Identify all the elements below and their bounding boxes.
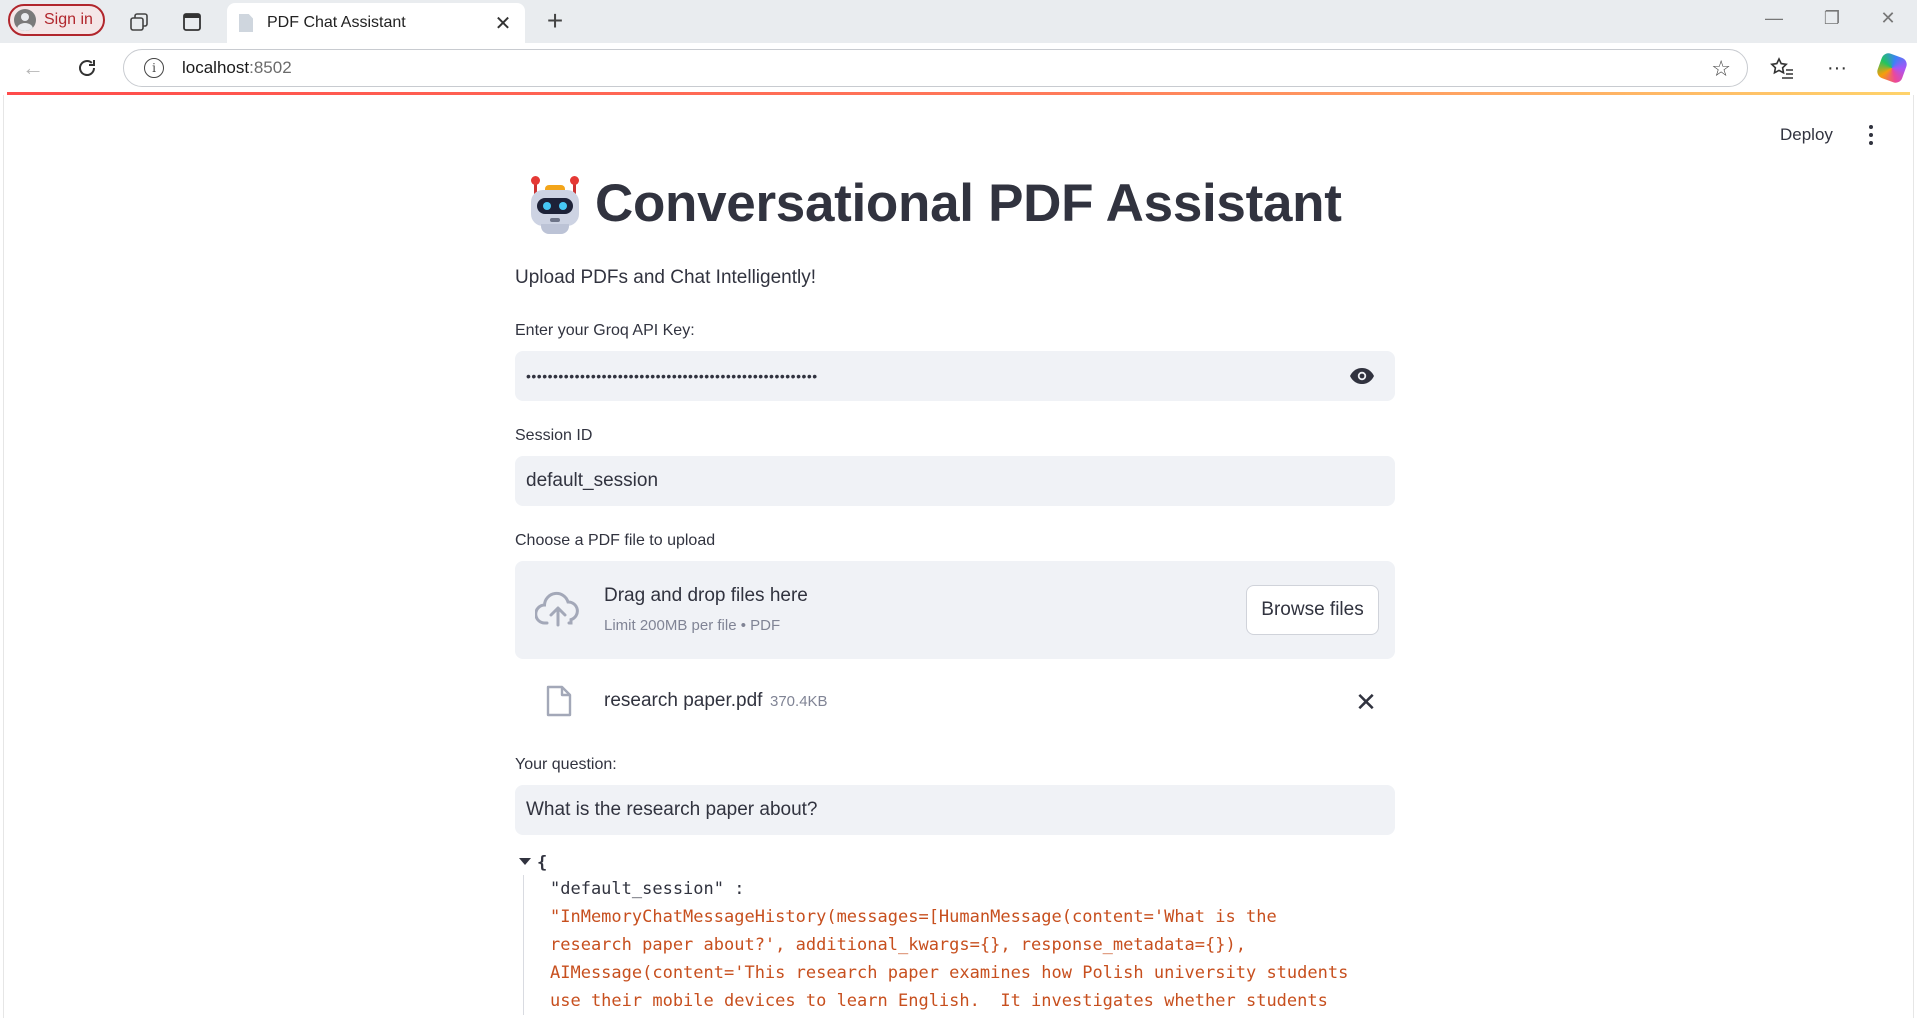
- remove-file-icon[interactable]: ✕: [1353, 687, 1379, 718]
- drag-drop-text: Drag and drop files here: [604, 585, 808, 606]
- session-id-label: Session ID: [515, 427, 593, 444]
- deploy-button[interactable]: Deploy: [1780, 125, 1833, 145]
- profile-icon: [14, 9, 36, 31]
- json-open-brace: {: [537, 853, 548, 873]
- page-subtitle: Upload PDFs and Chat Intelligently!: [515, 267, 816, 288]
- json-key: "default_session" :: [550, 879, 745, 899]
- question-label: Your question:: [515, 756, 617, 773]
- question-input[interactable]: What is the research paper about?: [515, 785, 1395, 835]
- session-id-input[interactable]: default_session: [515, 456, 1395, 506]
- reload-icon[interactable]: [72, 53, 102, 83]
- site-info-icon[interactable]: i: [144, 58, 164, 78]
- url-bar[interactable]: i localhost:8502 ☆: [123, 49, 1748, 87]
- json-value-line: AIMessage(content='This research paper e…: [550, 963, 1349, 983]
- json-value-line: use their mobile devices to learn Englis…: [550, 991, 1328, 1011]
- close-window-icon[interactable]: ✕: [1873, 8, 1903, 29]
- favorites-list-icon[interactable]: [1766, 53, 1798, 83]
- session-id-value: default_session: [526, 470, 659, 491]
- file-dropzone[interactable]: Drag and drop files here Limit 200MB per…: [515, 561, 1395, 659]
- show-password-icon[interactable]: [1349, 364, 1375, 388]
- workspaces-icon[interactable]: [125, 8, 153, 36]
- json-value-line: research paper about?', additional_kwarg…: [550, 935, 1246, 955]
- copilot-icon[interactable]: [1875, 51, 1909, 85]
- url-host: localhost: [182, 58, 250, 77]
- robot-icon: [527, 176, 583, 236]
- minimize-icon[interactable]: —: [1759, 8, 1789, 29]
- json-body: "default_session" : "InMemoryChatMessage…: [523, 875, 1383, 1015]
- vertical-tabs-icon[interactable]: [178, 8, 206, 36]
- close-tab-icon[interactable]: ✕: [491, 11, 515, 36]
- url-port: :8502: [249, 58, 292, 77]
- api-key-input[interactable]: ••••••••••••••••••••••••••••••••••••••••…: [515, 351, 1395, 401]
- file-icon: [546, 685, 572, 717]
- app-viewport: Deploy Conversational PDF Assistant Uplo…: [3, 95, 1914, 1018]
- sign-in-button[interactable]: Sign in: [8, 4, 105, 36]
- upload-limit-text: Limit 200MB per file • PDF: [604, 617, 781, 634]
- tab-title: PDF Chat Assistant: [267, 14, 406, 31]
- restore-icon[interactable]: ❐: [1817, 8, 1847, 29]
- uploaded-file-name: research paper.pdf: [604, 690, 763, 711]
- api-key-label: Enter your Groq API Key:: [515, 322, 695, 339]
- favorite-star-icon[interactable]: ☆: [1711, 56, 1731, 82]
- collapse-toggle-icon[interactable]: [519, 858, 531, 865]
- main-menu-icon[interactable]: [1861, 122, 1881, 148]
- file-upload-label: Choose a PDF file to upload: [515, 532, 716, 549]
- api-key-masked-value: ••••••••••••••••••••••••••••••••••••••••…: [526, 368, 818, 384]
- page-icon: [239, 14, 253, 32]
- back-arrow-icon[interactable]: ←: [18, 53, 48, 83]
- address-bar-row: ← i localhost:8502 ☆ ···: [0, 43, 1917, 92]
- cloud-upload-icon: [534, 591, 581, 627]
- more-options-icon[interactable]: ···: [1821, 53, 1853, 83]
- page-title: Conversational PDF Assistant: [595, 174, 1342, 233]
- json-value-line: "InMemoryChatMessageHistory(messages=[Hu…: [550, 907, 1277, 927]
- sign-in-label: Sign in: [44, 11, 93, 28]
- uploaded-file-size: 370.4KB: [770, 693, 828, 710]
- question-value: What is the research paper about?: [526, 799, 818, 820]
- browser-tab-active[interactable]: PDF Chat Assistant ✕: [227, 3, 525, 43]
- uploaded-file-item: research paper.pdf 370.4KB ✕: [515, 671, 1395, 731]
- new-tab-icon[interactable]: +: [540, 5, 570, 36]
- browser-tab-bar: Sign in PDF Chat Assistant ✕ + — ❐ ✕: [0, 0, 1917, 43]
- browse-files-button[interactable]: Browse files: [1246, 585, 1379, 635]
